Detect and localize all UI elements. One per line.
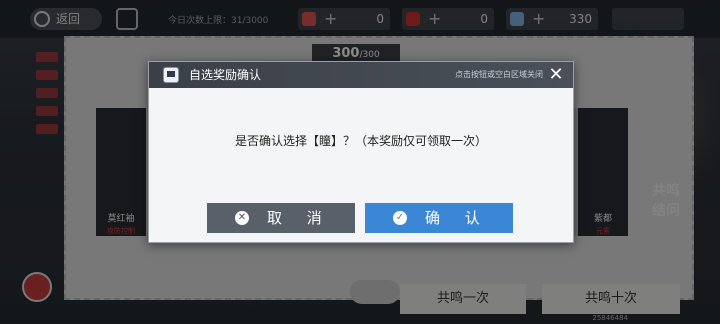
confirm-dialog: 自选奖励确认 点击按钮或空白区域关闭 ✕ 是否确认选择【瞳】？（本奖励仅可领取一… (148, 61, 574, 243)
cancel-label: 取 消 (267, 209, 332, 227)
close-hint: 点击按钮或空白区域关闭 (455, 70, 543, 79)
dialog-header: 自选奖励确认 点击按钮或空白区域关闭 ✕ (149, 62, 573, 88)
confirm-button[interactable]: ✓ 确 认 (365, 203, 513, 233)
check-icon: ✓ (393, 211, 407, 225)
cancel-icon: ✕ (235, 211, 249, 225)
monitor-icon (163, 67, 179, 83)
cancel-button[interactable]: ✕ 取 消 (207, 203, 355, 233)
close-icon[interactable]: ✕ (547, 66, 565, 84)
confirm-label: 确 认 (425, 209, 490, 227)
dialog-title: 自选奖励确认 (189, 68, 262, 82)
confirm-message: 是否确认选择【瞳】？（本奖励仅可领取一次） (234, 134, 487, 148)
